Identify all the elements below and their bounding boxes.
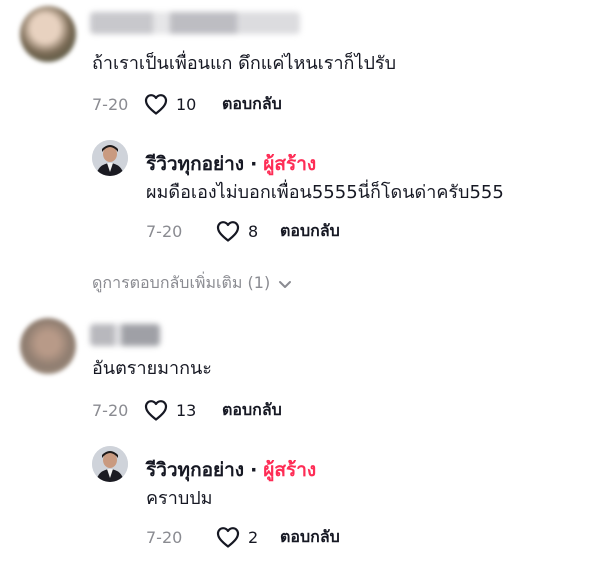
commenter-avatar[interactable] [20,6,76,62]
heart-outline-icon [216,221,240,242]
reply-text: คราบปม [146,488,213,509]
reply-author-line: รีวิวทุกอย่าง · ผู้สร้าง [146,455,316,485]
heart-outline-icon [144,94,168,115]
heart-outline-icon [144,400,168,421]
reply-button[interactable]: ตอบกลับ [222,92,282,117]
like-count: 8 [248,221,259,241]
chevron-down-icon [279,280,292,288]
comment-meta: 7-20 13 ตอบกลับ [92,398,282,422]
reply-button[interactable]: ตอบกลับ [222,398,282,423]
like-count: 13 [176,400,197,420]
reply-author[interactable]: รีวิวทุกอย่าง [146,455,244,485]
view-more-replies[interactable]: ดูการตอบกลับเพิ่มเติม (1) [92,271,292,296]
comment-date: 7-20 [92,94,129,114]
reply-meta: 7-20 8 ตอบกลับ [146,219,340,243]
like-button[interactable]: 2 [216,526,280,548]
separator-dot: · [250,153,258,175]
like-count: 10 [176,94,197,114]
reply-author[interactable]: รีวิวทุกอย่าง [146,149,244,179]
reply-button[interactable]: ตอบกลับ [280,219,340,244]
reply-meta: 7-20 2 ตอบกลับ [146,525,340,549]
profile-photo [92,140,128,176]
comment-text: ถ้าเราเป็นเพื่อนแก ดึกแค่ไหนเราก็ไปรับ [92,53,397,74]
comment-text: อันตรายมากนะ [92,358,212,379]
heart-outline-icon [216,527,240,548]
separator-dot: · [250,459,258,481]
creator-badge: ผู้สร้าง [263,153,317,175]
like-button[interactable]: 13 [144,399,222,421]
comment-date: 7-20 [92,400,129,420]
profile-photo [92,446,128,482]
reply-author-line: รีวิวทุกอย่าง · ผู้สร้าง [146,149,316,179]
like-button[interactable]: 10 [144,93,222,115]
like-button[interactable]: 8 [216,220,280,242]
commenter-username[interactable] [90,324,160,346]
commenter-username[interactable] [90,12,300,34]
comment-meta: 7-20 10 ตอบกลับ [92,92,282,116]
commenter-avatar[interactable] [20,318,76,374]
view-more-label: ดูการตอบกลับเพิ่มเติม (1) [92,273,271,292]
reply-text: ผมดือเองไม่บอกเพื่อน5555นี่ก็โดนด่าครับ5… [146,182,504,203]
reply-button[interactable]: ตอบกลับ [280,525,340,550]
creator-avatar[interactable] [92,140,128,176]
creator-badge: ผู้สร้าง [263,459,317,481]
creator-avatar[interactable] [92,446,128,482]
reply-date: 7-20 [146,221,183,241]
reply-date: 7-20 [146,527,183,547]
like-count: 2 [248,527,259,547]
